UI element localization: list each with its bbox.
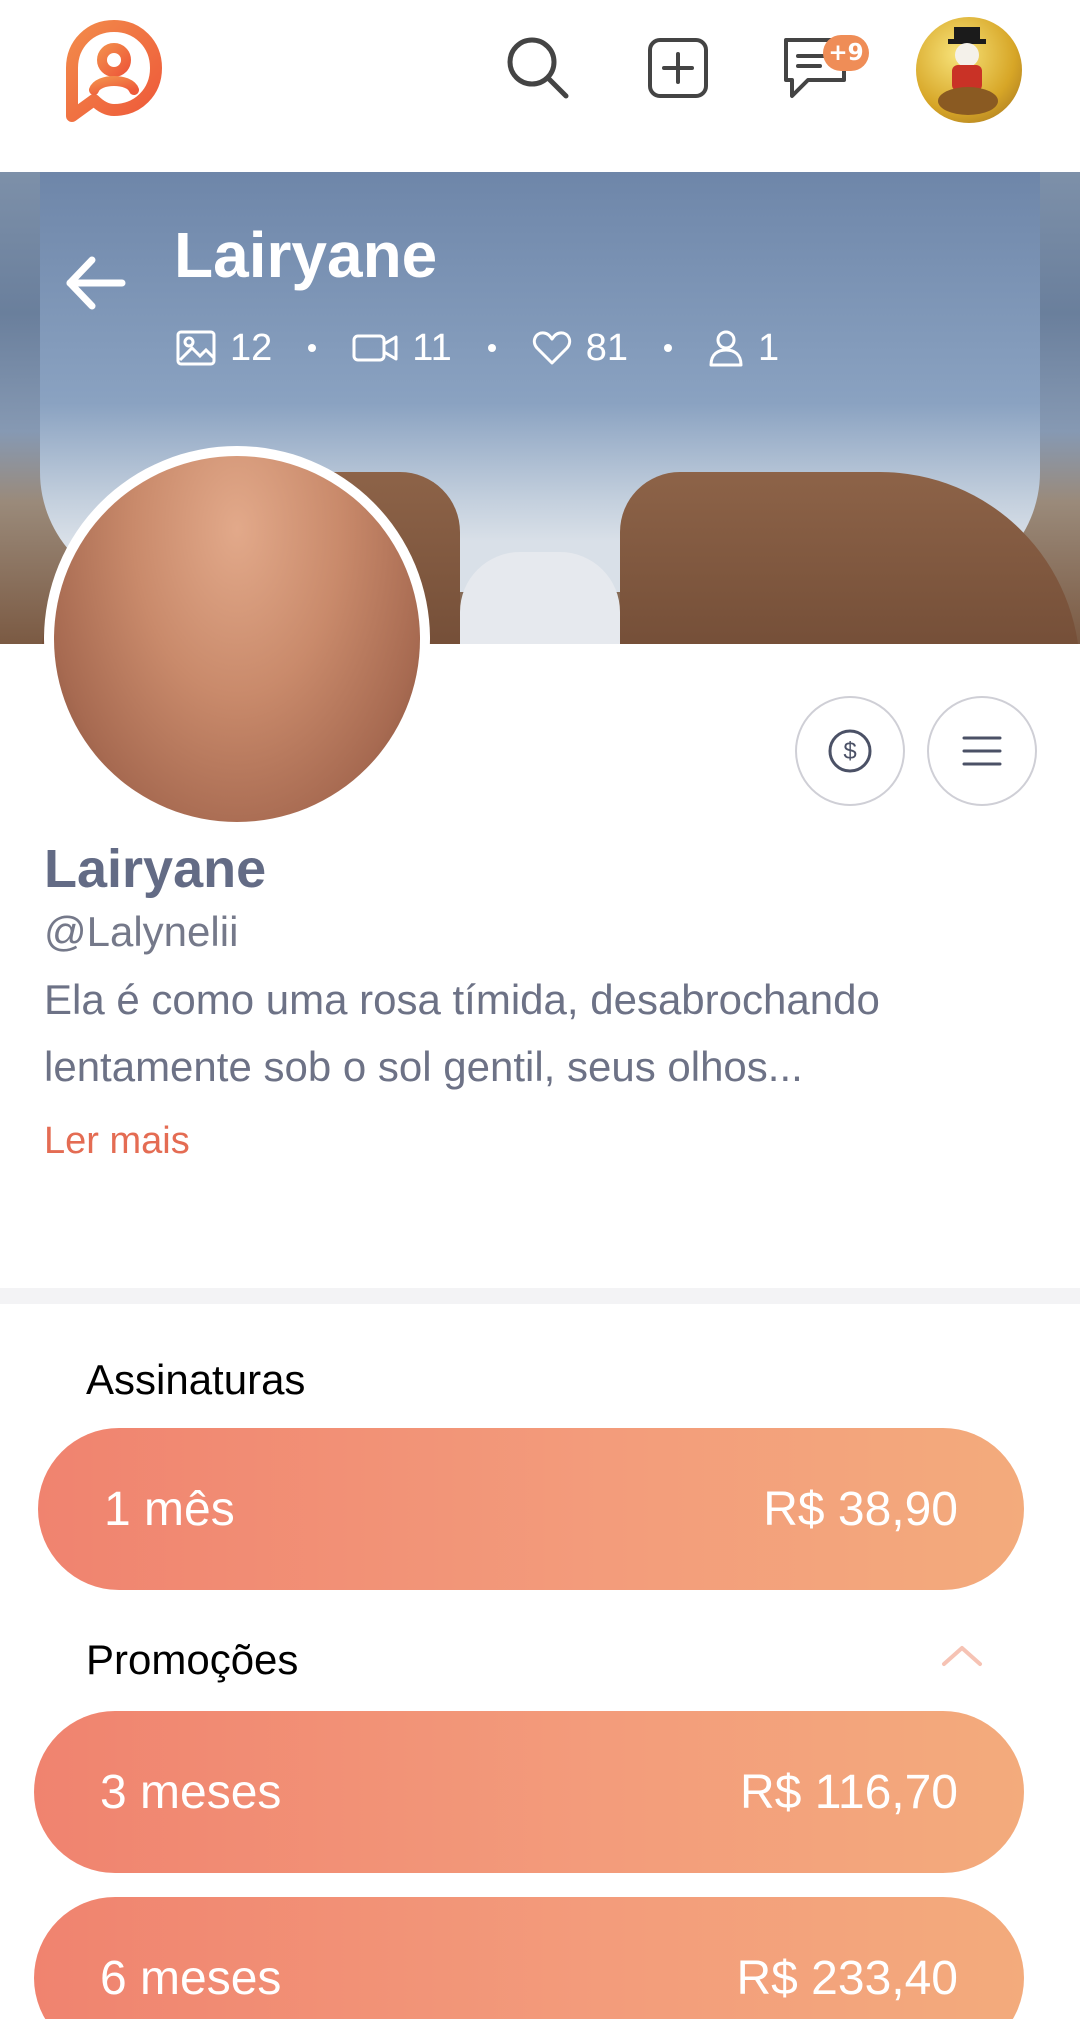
heart-icon: [532, 331, 571, 365]
profile-avatar[interactable]: [44, 446, 430, 832]
search-icon[interactable]: [498, 28, 578, 108]
plus-square-icon[interactable]: [638, 28, 718, 108]
likes-count: 81: [585, 326, 629, 369]
brand-logo-icon[interactable]: [66, 20, 162, 124]
section-divider: [0, 1288, 1080, 1304]
videos-stat: 11: [352, 326, 452, 370]
messages-badge: +9: [823, 35, 869, 71]
likes-stat: 81: [532, 327, 628, 370]
top-bar: +9: [0, 0, 1080, 172]
menu-button[interactable]: [927, 696, 1037, 806]
read-more-link[interactable]: Ler mais: [44, 1120, 190, 1163]
plan-price: R$ 116,70: [740, 1765, 958, 1819]
menu-icon: [962, 736, 1002, 766]
profile-name: Lairyane: [44, 839, 267, 899]
subscription-plan-button[interactable]: 1 mês R$ 38,90: [38, 1428, 1024, 1590]
photos-count: 12: [230, 326, 273, 369]
photos-stat: 12: [176, 327, 272, 370]
bio-line: lentamente sob o sol gentil, seus olhos.…: [44, 1043, 803, 1090]
subscriptions-title: Assinaturas: [86, 1356, 306, 1403]
promotion-plan-button[interactable]: 3 meses R$ 116,70: [34, 1711, 1024, 1873]
videos-count: 11: [412, 326, 452, 369]
chevron-up-icon[interactable]: [940, 1642, 984, 1668]
promotions-title: Promoções: [86, 1636, 299, 1683]
profile-bio: Ela é como uma rosa tímida, desabrochand…: [44, 966, 1004, 1100]
plan-label: 3 meses: [100, 1765, 282, 1819]
plan-label: 1 mês: [104, 1482, 235, 1536]
plan-price: R$ 233,40: [736, 1951, 958, 2005]
user-avatar[interactable]: [916, 17, 1022, 123]
profile-handle: @Lalynelii: [44, 908, 239, 955]
image-icon: [176, 330, 216, 366]
cover-title: Lairyane: [174, 219, 438, 291]
subscribers-count: 1: [758, 326, 780, 369]
dollar-circle-icon: $: [828, 729, 872, 773]
profile-stats: 12 11 81 1: [176, 326, 779, 370]
arrow-left-icon[interactable]: [62, 250, 128, 316]
subscribers-stat: 1: [708, 327, 779, 370]
svg-text:$: $: [843, 738, 856, 765]
tip-button[interactable]: $: [795, 696, 905, 806]
video-icon: [352, 334, 398, 362]
promotion-plan-button[interactable]: 6 meses R$ 233,40: [34, 1897, 1024, 2019]
bio-line: Ela é como uma rosa tímida, desabrochand…: [44, 976, 880, 1023]
plan-label: 6 meses: [100, 1951, 282, 2005]
plan-price: R$ 38,90: [763, 1482, 958, 1536]
user-icon: [709, 330, 743, 367]
